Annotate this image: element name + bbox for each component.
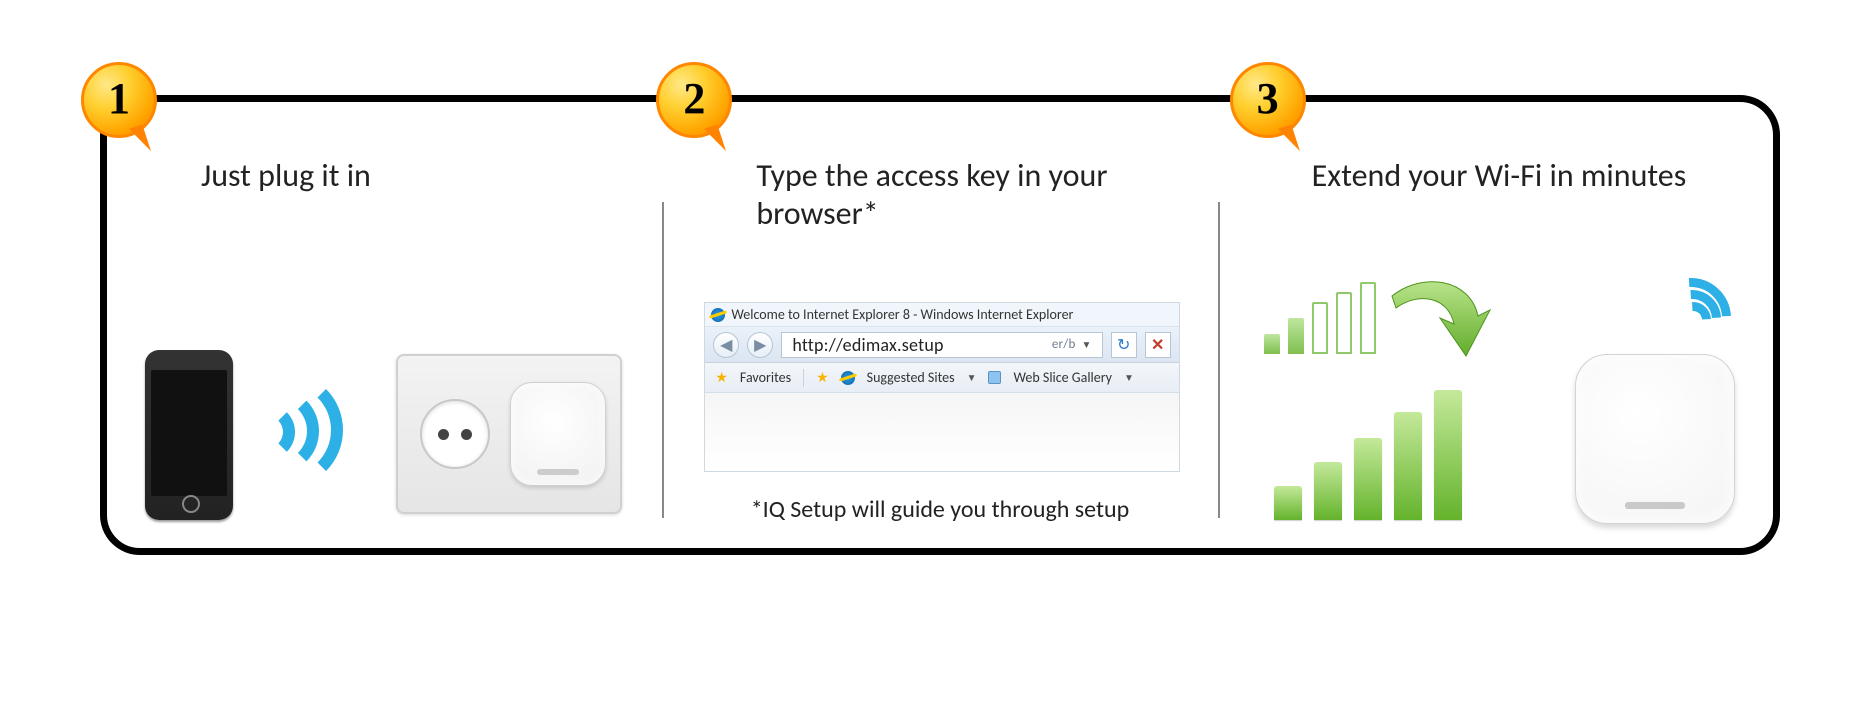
step-title-1: Just plug it in (201, 157, 627, 195)
ie-icon (711, 308, 725, 322)
extender-device-icon (1575, 354, 1735, 524)
step-number: 2 (683, 73, 705, 124)
favorites-label[interactable]: Favorites (740, 369, 791, 386)
step3-illustration (1256, 282, 1745, 524)
url-suffix-area: er/b ▼ (1052, 337, 1092, 352)
suggested-sites-link[interactable]: Suggested Sites (867, 369, 955, 386)
browser-window-title: Welcome to Internet Explorer 8 - Windows… (731, 306, 1073, 323)
chevron-down-icon[interactable]: ▼ (1124, 371, 1134, 384)
step2-footnote: *IQ Setup will guide you through setup (662, 495, 1217, 524)
browser-titlebar: Welcome to Internet Explorer 8 - Windows… (705, 303, 1178, 327)
setup-steps-diagram: 1 Just plug it in 2 Type the access key … (100, 95, 1780, 555)
extender-plugged-icon (510, 382, 606, 486)
wifi-icon (253, 380, 349, 480)
step-number: 1 (108, 73, 130, 124)
chevron-down-icon[interactable]: ▼ (1082, 338, 1092, 351)
weak-signal-icon (1264, 282, 1376, 354)
step1-illustration (135, 330, 642, 520)
webslice-icon (988, 371, 1001, 384)
power-socket-icon (420, 399, 490, 469)
step-number: 3 (1257, 73, 1279, 124)
star-icon: ★ (816, 369, 829, 386)
webslice-link[interactable]: Web Slice Gallery (1013, 369, 1112, 386)
wifi-icon (1645, 276, 1725, 342)
ie-icon (841, 371, 855, 385)
stop-button[interactable]: ✕ (1145, 332, 1171, 358)
strong-signal-icon (1274, 390, 1462, 520)
favorites-bar: ★ Favorites ★ Suggested Sites ▼ Web Slic… (705, 363, 1178, 393)
step-panel-2: 2 Type the access key in your browser* W… (662, 102, 1217, 548)
star-icon: ★ (715, 369, 728, 386)
wall-outlet-icon (396, 354, 622, 514)
nav-forward-button[interactable]: ▶ (747, 332, 773, 358)
step-title-2: Type the access key in your browser* (756, 157, 1182, 234)
step-bubble-2: 2 (656, 62, 732, 138)
step-panel-3: 3 Extend your Wi-Fi in minutes (1218, 102, 1773, 548)
step-bubble-1: 1 (81, 62, 157, 138)
url-text: http://edimax.setup (792, 334, 943, 356)
browser-address-bar: ◀ ▶ http://edimax.setup er/b ▼ ↻ ✕ (705, 327, 1178, 363)
smartphone-icon (145, 350, 233, 520)
url-input[interactable]: http://edimax.setup er/b ▼ (781, 332, 1102, 358)
step-bubble-3: 3 (1230, 62, 1306, 138)
step-panel-1: 1 Just plug it in (107, 102, 662, 548)
chevron-down-icon[interactable]: ▼ (967, 371, 977, 384)
refresh-button[interactable]: ↻ (1111, 332, 1137, 358)
step-title-3: Extend your Wi-Fi in minutes (1312, 157, 1738, 195)
browser-window: Welcome to Internet Explorer 8 - Windows… (704, 302, 1179, 472)
nav-back-button[interactable]: ◀ (713, 332, 739, 358)
arrow-down-icon (1382, 278, 1492, 364)
